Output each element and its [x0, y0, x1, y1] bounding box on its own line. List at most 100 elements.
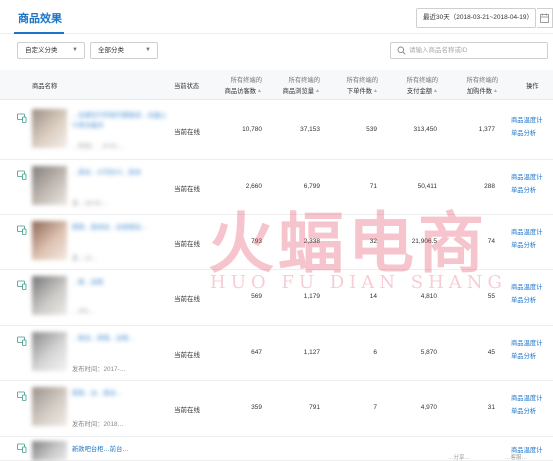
single-product-analysis-link[interactable]: 单品分析 — [511, 351, 536, 363]
product-name-link[interactable]: …高台…公司办公…前台 — [72, 168, 168, 188]
metric-views: 37,153 — [300, 126, 320, 133]
product-thumbnail[interactable] — [32, 166, 67, 205]
table-row: …柜台…转角…台柜… 发布时间：2017-… 当前在线 647 1,127 6 5,870 4… — [0, 326, 553, 381]
product-thermometer-link[interactable]: 商品温度计 — [511, 172, 542, 184]
metric-orders: 7 — [373, 404, 377, 411]
single-product-analysis-link[interactable]: 单品分析 — [511, 240, 536, 252]
column-cart[interactable]: 所有终端的 加购件数▲ — [454, 75, 498, 95]
device-pc-mobile-icon — [17, 225, 27, 235]
product-thumbnail[interactable] — [32, 332, 67, 371]
product-thumbnail[interactable] — [32, 109, 67, 148]
single-product-analysis-link[interactable]: 单品分析 — [511, 295, 536, 307]
table-header: 商品名称 当前状态 所有终端的 商品访客数▲ 所有终端的 商品浏览量▲ 所有终端… — [0, 70, 553, 100]
sort-icon: ▲ — [373, 88, 378, 95]
product-publish-time: …时间：…8-02-… — [72, 143, 125, 150]
status-text: 当前在线 — [174, 186, 200, 193]
device-pc-mobile-icon — [17, 443, 27, 453]
device-pc-mobile-icon — [17, 336, 27, 346]
metric-cart: 1,377 — [478, 126, 495, 133]
product-thumbnail[interactable] — [32, 387, 67, 426]
search-box — [390, 42, 548, 59]
footer-bar: …分享… …客服… — [400, 452, 553, 461]
column-cart-label: 加购件数 — [466, 88, 493, 95]
column-orders[interactable]: 所有终端的 下单件数▲ — [334, 75, 378, 95]
single-product-analysis-link[interactable]: 单品分析 — [511, 128, 536, 140]
metric-amount: 4,970 — [420, 404, 437, 411]
custom-category-label: 自定义分类 — [25, 47, 58, 54]
all-category-select[interactable]: 全部分类 ▼ — [90, 42, 158, 59]
calendar-button[interactable] — [537, 8, 553, 28]
table-row: …柜…店柜 …201… 当前在线 569 1,179 14 4,810 55 商品温度计 单品分析 — [0, 270, 553, 326]
footer-right-text: …客服… — [505, 455, 528, 461]
metric-amount: 21,906.5 — [411, 238, 437, 245]
product-thermometer-link[interactable]: 商品温度计 — [511, 338, 542, 350]
chevron-down-icon: ▼ — [72, 47, 78, 53]
product-name-link[interactable]: 新款吧台柜…前台… — [72, 445, 168, 457]
product-name-link[interactable]: 新款…接待台…台收银台… — [72, 223, 168, 243]
column-amount-label: 支付金额 — [406, 88, 433, 95]
metric-views: 1,179 — [303, 293, 320, 300]
column-prefix: 所有终端的 — [288, 77, 320, 84]
status-text: 当前在线 — [174, 407, 200, 414]
metric-orders: 32 — [369, 238, 377, 245]
metric-visitors: 359 — [251, 404, 262, 411]
date-range-select[interactable]: 最近30天（2018-03-21~2018-04-19） — [416, 8, 536, 28]
single-product-analysis-link[interactable]: 单品分析 — [511, 185, 536, 197]
column-action: 操作 — [526, 83, 539, 90]
custom-category-select[interactable]: 自定义分类 ▼ — [17, 42, 85, 59]
calendar-icon — [540, 13, 549, 23]
product-thumbnail[interactable] — [32, 441, 67, 461]
column-orders-label: 下单件数 — [346, 88, 373, 95]
product-publish-time: 发…18-02-… — [72, 200, 110, 207]
product-thermometer-link[interactable]: 商品温度计 — [511, 393, 542, 405]
column-status: 当前状态 — [174, 83, 200, 90]
single-product-analysis-link[interactable]: 单品分析 — [511, 406, 536, 418]
sort-icon: ▲ — [493, 88, 498, 95]
chevron-down-icon: ▼ — [145, 47, 151, 53]
column-amount[interactable]: 所有终端的 支付金额▲ — [394, 75, 438, 95]
all-category-label: 全部分类 — [98, 47, 124, 54]
product-thermometer-link[interactable]: 商品温度计 — [511, 282, 542, 294]
product-thermometer-link[interactable]: 商品温度计 — [511, 227, 542, 239]
product-thermometer-link[interactable]: 商品温度计 — [511, 115, 542, 127]
table-row: …台建议行的现代服装店…台盒心沙发台盒台 …时间：…8-02-… 当前在线 10,78… — [0, 103, 553, 160]
page-title: 商品效果 — [18, 13, 62, 25]
metric-amount: 5,870 — [420, 349, 437, 356]
metric-amount: 50,411 — [417, 183, 437, 190]
product-thumbnail[interactable] — [32, 221, 67, 260]
footer-left-text: …分享… — [448, 455, 471, 461]
metric-cart: 55 — [487, 293, 495, 300]
metric-orders: 14 — [369, 293, 377, 300]
column-views-label: 商品浏览量 — [282, 88, 315, 95]
status-text: 当前在线 — [174, 352, 200, 359]
filter-bar: 自定义分类 ▼ 全部分类 ▼ — [0, 40, 553, 62]
product-name-link[interactable]: …柜…店柜 — [72, 278, 168, 298]
product-name-link[interactable]: …台建议行的现代服装店…台盒心沙发台盒台 — [72, 111, 168, 131]
title-underline — [14, 32, 64, 34]
product-name-link[interactable]: …柜台…转角…台柜… — [72, 334, 168, 354]
product-publish-time: …201… — [72, 308, 96, 315]
metric-amount: 4,810 — [420, 293, 437, 300]
metric-orders: 6 — [373, 349, 377, 356]
sort-icon: ▲ — [257, 88, 262, 95]
column-views[interactable]: 所有终端的 商品浏览量▲ — [276, 75, 320, 95]
product-name-link[interactable]: 新款…台…柜台… — [72, 389, 168, 409]
metric-amount: 313,450 — [413, 126, 438, 133]
product-thumbnail[interactable] — [32, 276, 67, 315]
column-visitors[interactable]: 所有终端的 商品访客数▲ — [218, 75, 262, 95]
column-prefix: 所有终端的 — [406, 77, 438, 84]
metric-visitors: 2,660 — [245, 183, 262, 190]
search-input[interactable] — [409, 44, 541, 57]
device-pc-mobile-icon — [17, 391, 27, 401]
metric-cart: 45 — [487, 349, 495, 356]
sort-icon: ▲ — [315, 88, 320, 95]
metric-cart: 288 — [484, 183, 495, 190]
metric-views: 6,799 — [303, 183, 320, 190]
product-publish-time: 发布时间：2018… — [72, 421, 124, 428]
metric-visitors: 793 — [251, 238, 262, 245]
metric-views: 2,338 — [303, 238, 320, 245]
column-prefix: 所有终端的 — [466, 77, 498, 84]
device-pc-mobile-icon — [17, 280, 27, 290]
metric-visitors: 10,780 — [242, 126, 262, 133]
metric-views: 1,127 — [303, 349, 320, 356]
